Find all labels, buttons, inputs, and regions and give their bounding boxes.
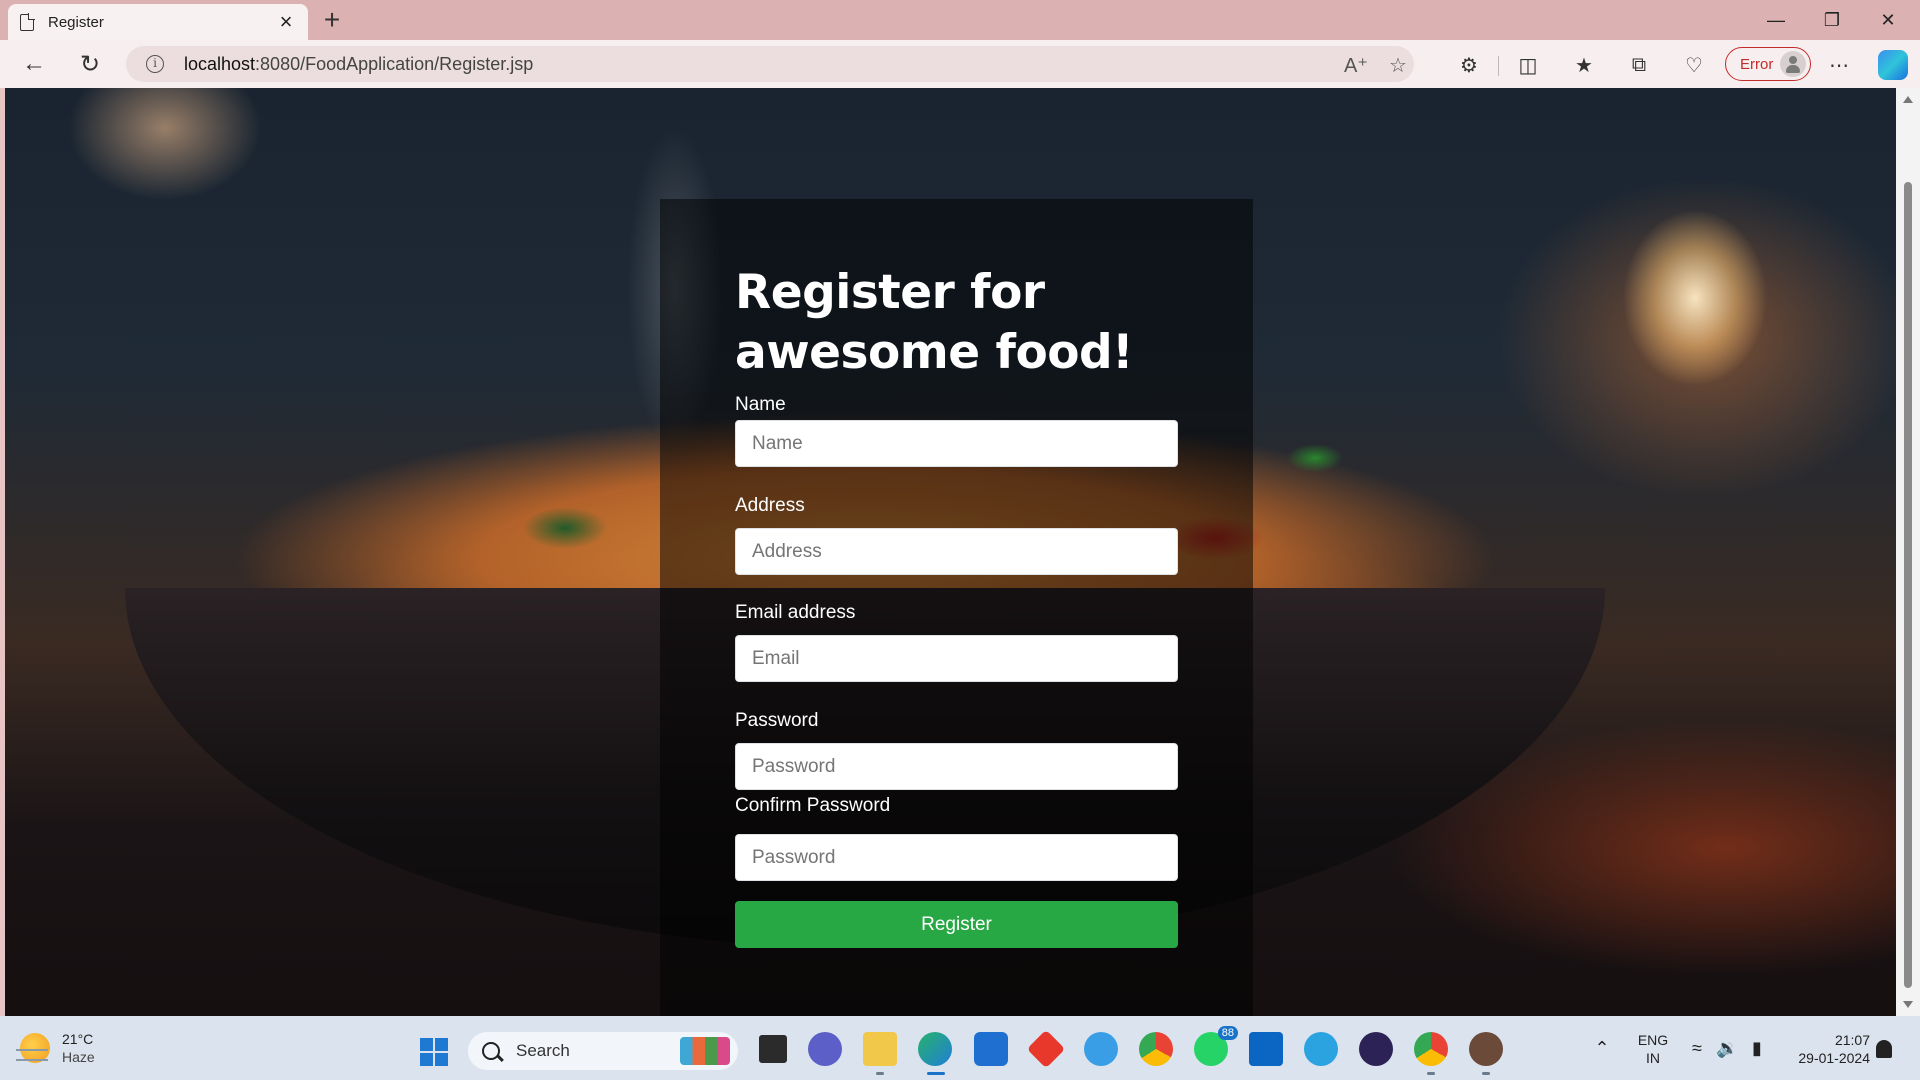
favorite-star-icon[interactable]: ☆ [1386,53,1410,78]
info-icon[interactable]: i [146,55,164,73]
tab-bar: Register × + — ❐ ✕ [0,0,1920,40]
favorites-icon[interactable]: ★ [1571,52,1597,78]
search-highlight-icon [680,1037,730,1065]
page-viewport: Register forawesome food! Name Address E… [5,88,1896,1016]
tab-register[interactable]: Register × [8,4,308,40]
taskbar: 21°C Haze Search 88 ⌃ ENG IN ≈ 🔉 ▮ 21:07… [0,1016,1920,1080]
plus-icon[interactable]: + [318,6,346,34]
address-input[interactable] [735,528,1178,575]
address-label: Address [735,495,805,516]
bell-icon[interactable] [1876,1040,1892,1058]
vs-code-icon[interactable] [1084,1032,1118,1066]
restore-icon[interactable]: ❐ [1804,0,1860,40]
profile-status: Error [1740,55,1774,73]
wifi-icon[interactable]: ≈ [1686,1038,1708,1059]
windows-start-icon[interactable] [420,1038,448,1066]
whatsapp-icon[interactable]: 88 [1194,1026,1238,1066]
scrollbar-thumb[interactable] [1904,182,1912,988]
page-icon [20,12,35,31]
task-view-icon[interactable] [756,1032,790,1066]
url-input[interactable]: i localhost:8080/FoodApplication/Registe… [126,46,1414,82]
teams-chat-icon[interactable] [808,1032,842,1066]
register-button[interactable]: Register [735,901,1178,948]
close-icon[interactable]: × [276,11,296,33]
more-icon[interactable]: ⋯ [1826,52,1852,78]
scroll-up-icon[interactable] [1903,96,1913,103]
read-aloud-icon[interactable]: A⁺ [1344,53,1368,78]
back-icon[interactable]: ← [20,50,48,78]
email-label: Email address [735,602,856,623]
weather-condition: Haze [62,1049,95,1065]
page-title: Register for awesome food! [735,265,1134,380]
copilot-icon[interactable] [1878,50,1908,80]
collections-icon[interactable]: ⧉ [1626,52,1652,78]
browser-essentials-icon[interactable]: ♡ [1681,52,1707,78]
app-avatar-icon[interactable] [1469,1032,1503,1066]
toolbar-divider [1498,56,1499,76]
split-screen-icon[interactable]: ◫ [1515,52,1541,78]
file-explorer-icon[interactable] [863,1032,897,1066]
email-input[interactable] [735,635,1178,682]
confirm-password-input[interactable] [735,834,1178,881]
avatar [1780,51,1806,77]
running-indicator [1427,1072,1435,1075]
url-text: localhost:8080/FoodApplication/Register.… [184,53,534,74]
chrome-icon[interactable] [1139,1032,1173,1066]
name-label: Name [735,394,786,415]
chrome-profile-icon[interactable] [1414,1032,1448,1066]
weather-temp: 21°C [62,1031,94,1047]
confirm-password-label: Confirm Password [735,795,891,816]
linkedin-icon[interactable] [1249,1032,1283,1066]
chevron-up-icon[interactable]: ⌃ [1591,1038,1613,1059]
password-label: Password [735,710,819,731]
taskbar-search-label: Search [516,1041,570,1060]
page-scrollbar[interactable] [1896,88,1920,1016]
weather-widget[interactable]: 21°C Haze [16,1030,95,1066]
name-input[interactable] [735,420,1178,467]
git-icon[interactable] [1026,1029,1066,1069]
eclipse-icon[interactable] [1359,1032,1393,1066]
window-close-icon[interactable]: ✕ [1860,0,1916,40]
scroll-down-icon[interactable] [1903,1001,1913,1008]
active-indicator [927,1072,945,1075]
tab-title: Register [48,13,104,31]
search-icon [482,1042,500,1060]
language-indicator[interactable]: ENG IN [1636,1031,1670,1067]
register-panel: Register forawesome food! Name Address E… [660,199,1253,1016]
whatsapp-badge: 88 [1217,1026,1238,1040]
profile-error-button[interactable]: Error [1725,47,1811,81]
telegram-icon[interactable] [1304,1032,1338,1066]
register-form: Register forawesome food! Name Address E… [735,263,1178,948]
minimize-icon[interactable]: — [1748,0,1804,40]
taskbar-search[interactable]: Search [468,1032,738,1070]
running-indicator [876,1072,884,1075]
haze-weather-icon [16,1033,50,1063]
refresh-icon[interactable]: ↻ [76,50,104,78]
clock[interactable]: 21:07 29-01-2024 [1780,1031,1870,1067]
extensions-icon[interactable]: ⚙ [1456,52,1482,78]
edge-browser-icon[interactable] [918,1032,952,1066]
password-input[interactable] [735,743,1178,790]
volume-icon[interactable]: 🔉 [1716,1038,1738,1059]
address-bar-row: ← ↻ i localhost:8080/FoodApplication/Reg… [0,40,1920,88]
running-indicator [1482,1072,1490,1075]
battery-icon[interactable]: ▮ [1746,1038,1768,1059]
microsoft-store-icon[interactable] [974,1032,1008,1066]
